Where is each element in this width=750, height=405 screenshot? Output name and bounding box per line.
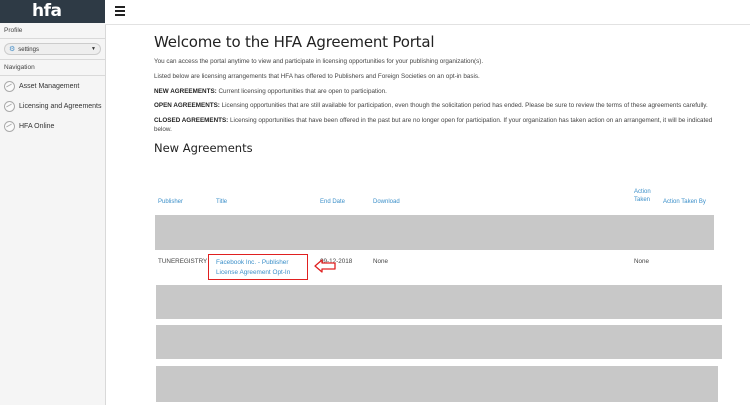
column-header-title[interactable]: Title [216,198,227,206]
page-title: Welcome to the HFA Agreement Portal [154,33,435,51]
top-bar [105,0,750,25]
row-download: None [373,258,389,265]
profile-select-value: settings [18,47,39,53]
closed-agreements-label: CLOSED AGREEMENTS: [154,117,229,125]
arrow-left-icon [314,259,336,273]
column-header-download[interactable]: Download [373,198,400,206]
open-agreements-text: Licensing opportunities that are still a… [219,102,708,110]
agreement-title-link[interactable]: Facebook Inc. - Publisher License Agreem… [209,255,307,278]
redacted-row [156,285,722,319]
redacted-row [155,215,714,250]
new-agreements-text: Current licensing opportunities that are… [216,87,387,95]
hamburger-menu-icon[interactable] [115,6,125,16]
hfa-logo[interactable]: hfa [0,0,105,23]
globe-icon [4,100,15,112]
intro-text-2: Listed below are licensing arrangements … [154,72,480,80]
closed-agreements-desc: CLOSED AGREEMENTS: Licensing opportuniti… [154,116,724,135]
chevron-down-icon: ▼ [91,46,96,52]
column-header-action-taken-by[interactable]: Action Taken By [663,198,706,206]
sidebar-item-label: HFA Online [19,122,55,130]
column-header-publisher[interactable]: Publisher [158,198,183,206]
open-agreements-desc: OPEN AGREEMENTS: Licensing opportunities… [154,101,724,110]
redacted-row [156,325,722,359]
highlight-box: Facebook Inc. - Publisher License Agreem… [208,254,308,280]
profile-label: Profile [0,23,105,39]
globe-icon [4,120,15,132]
column-header-action-taken-line1: Action [634,189,651,195]
closed-agreements-text: Licensing opportunities that have been o… [154,117,713,134]
row-publisher: TUNEREGISTRY [158,258,208,265]
row-action-taken: None [634,258,650,265]
sidebar-item-licensing[interactable]: Licensing and Agreements [0,96,105,116]
sidebar-item-asset-management[interactable]: Asset Management [0,76,105,96]
navigation-label: Navigation [0,60,105,76]
column-header-action-taken-line2: Taken [634,197,651,203]
open-agreements-label: OPEN AGREEMENTS: [154,102,220,110]
sidebar-item-hfa-online[interactable]: HFA Online [0,116,105,136]
gear-icon: ⚙ [9,46,16,53]
profile-settings-row: ⚙ settings ▼ [0,39,105,60]
new-agreements-desc: NEW AGREEMENTS: Current licensing opport… [154,87,724,96]
section-title: New Agreements [154,140,253,155]
redacted-row [156,366,718,402]
column-header-action-taken[interactable]: Action Taken [634,188,651,204]
new-agreements-label: NEW AGREEMENTS: [154,87,217,95]
sidebar-item-label: Licensing and Agreements [19,102,102,110]
main-content: Welcome to the HFA Agreement Portal You … [154,33,724,155]
sidebar: hfa Profile ⚙ settings ▼ Navigation Asset… [0,0,106,405]
column-header-end-date[interactable]: End Date [320,198,345,206]
profile-select[interactable]: ⚙ settings ▼ [4,43,101,55]
intro-text-1: You can access the portal anytime to vie… [154,58,484,65]
sidebar-item-label: Asset Management [19,82,80,90]
globe-icon [4,80,15,92]
